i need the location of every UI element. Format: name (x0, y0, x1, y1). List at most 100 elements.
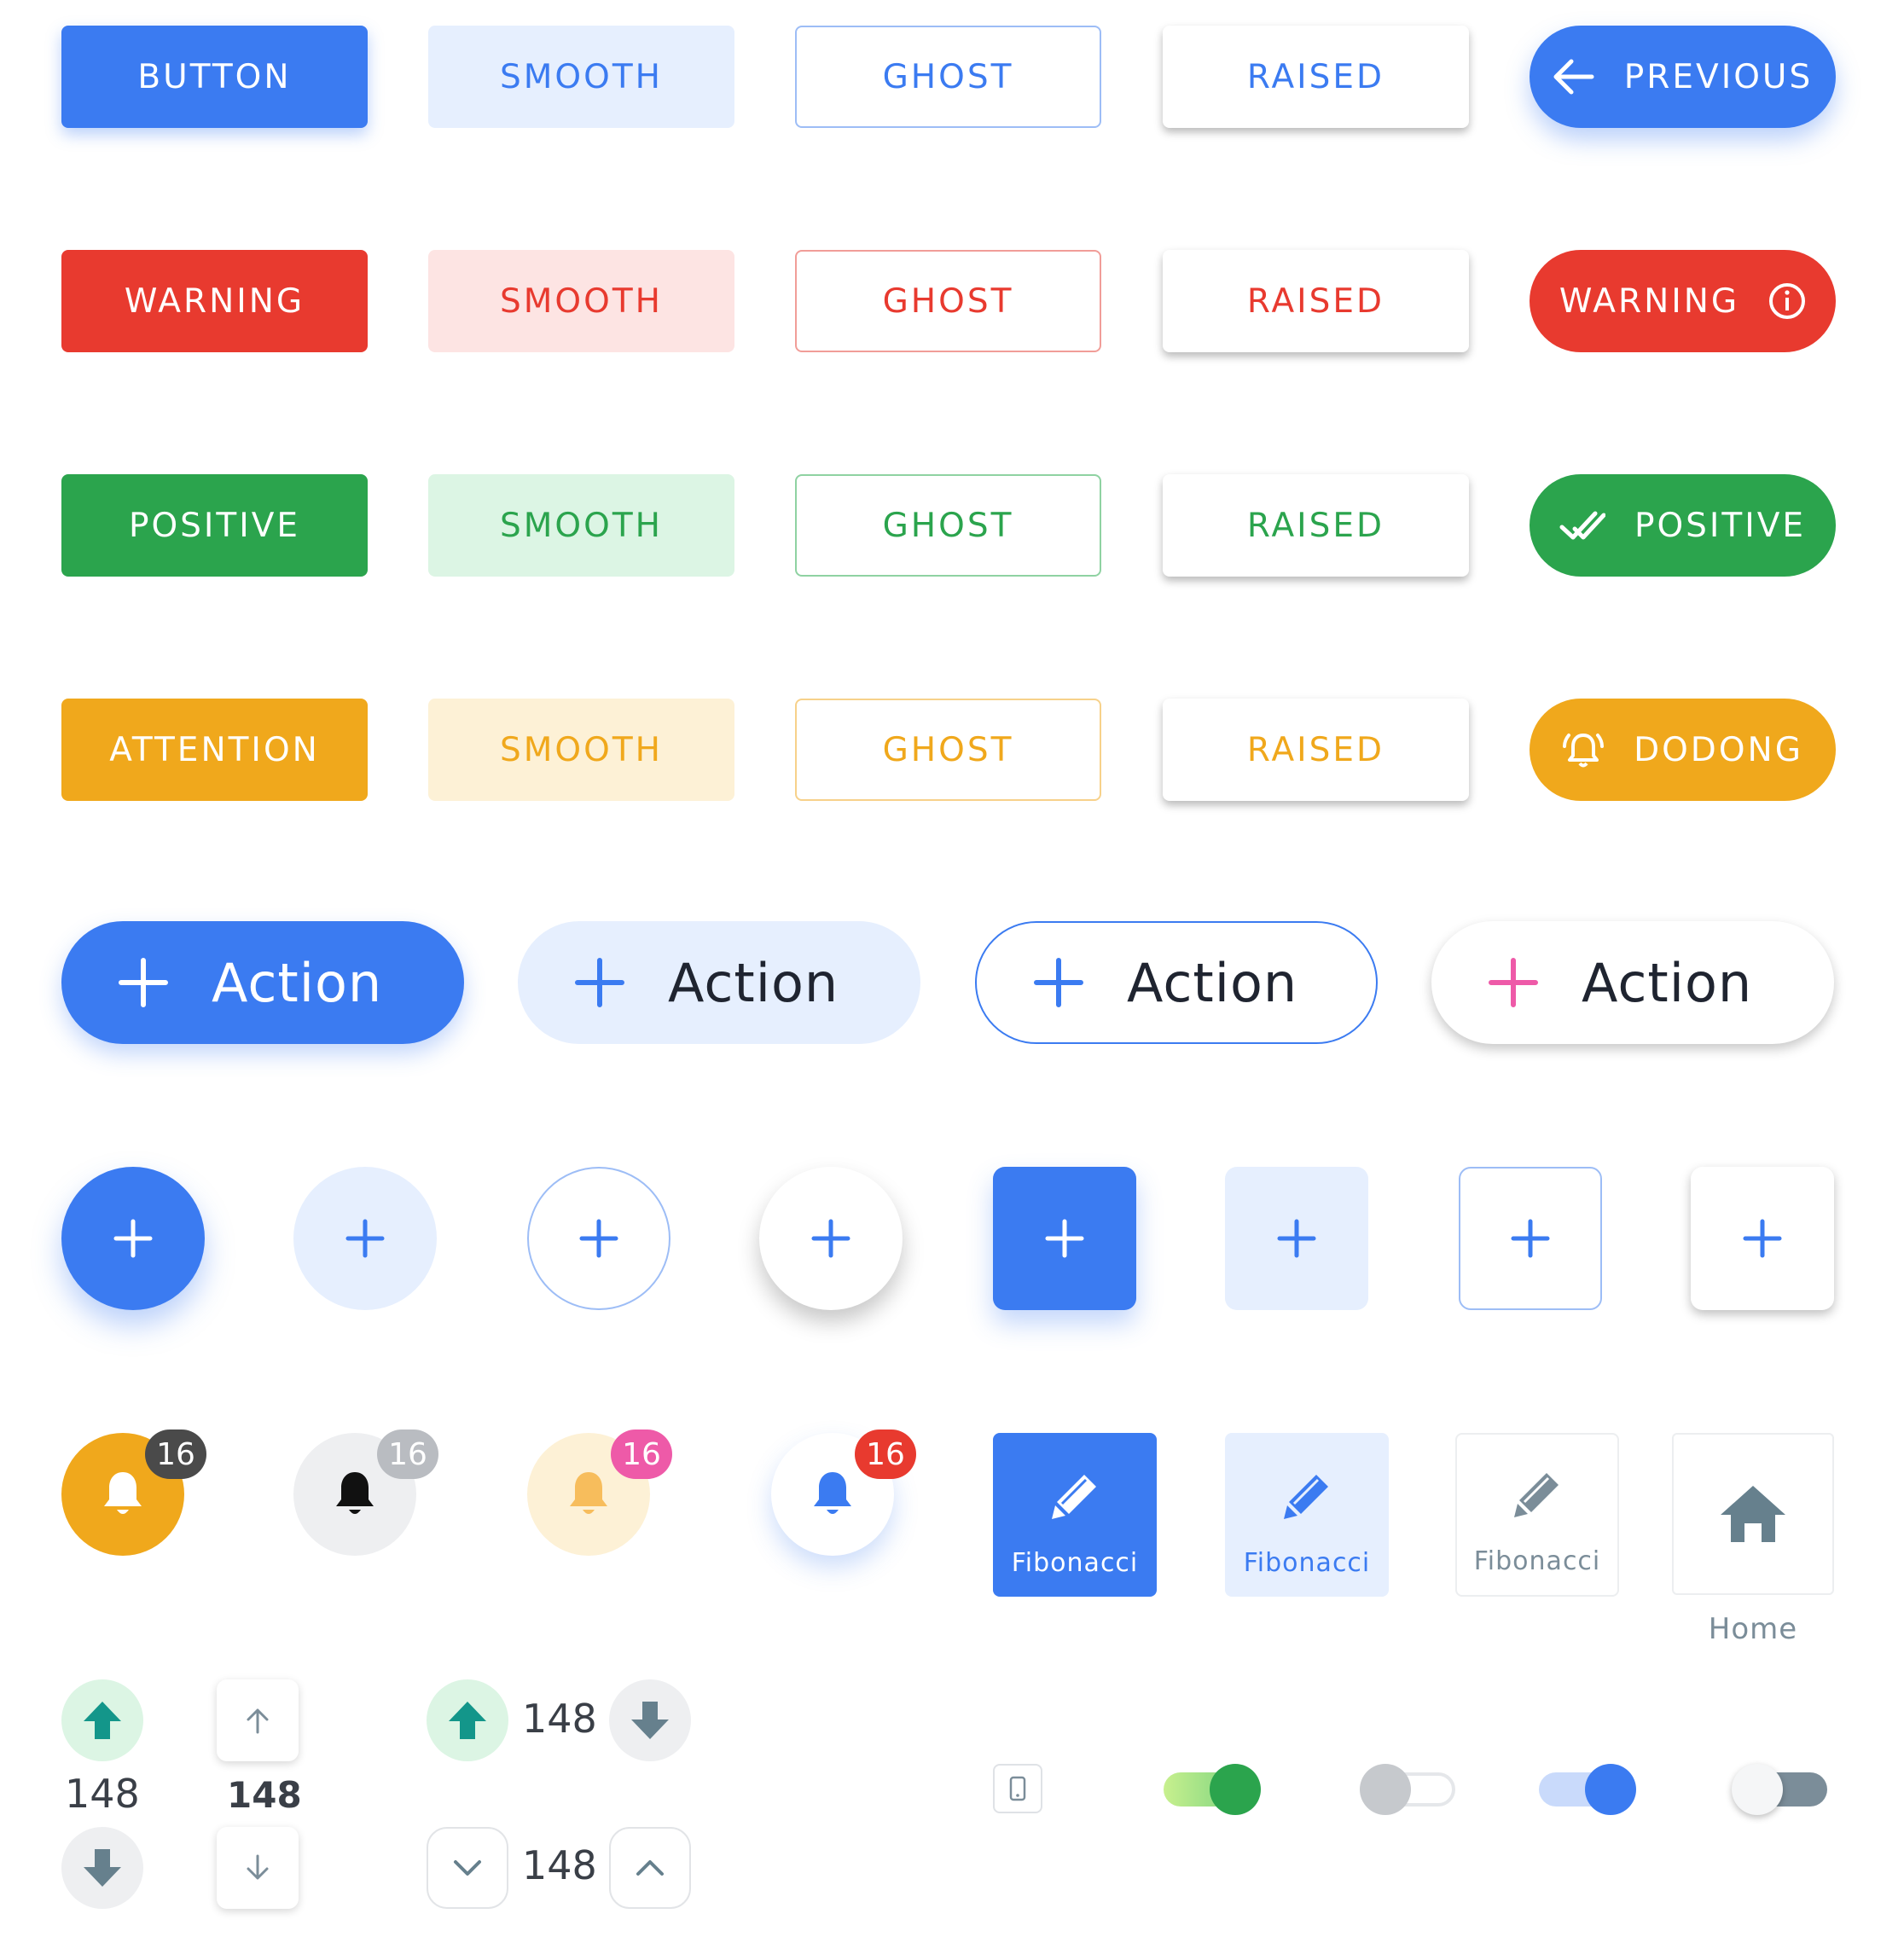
previous-button-label: PREVIOUS (1623, 57, 1814, 96)
chevron-down-icon (454, 1860, 481, 1876)
bell-icon (570, 1472, 607, 1514)
dodong-button[interactable]: DODONG (1530, 699, 1836, 801)
fab-round-ghost[interactable] (527, 1167, 670, 1310)
fab-square-raised[interactable] (1691, 1167, 1834, 1310)
positive-pill-button[interactable]: POSITIVE (1530, 474, 1836, 577)
bell-icon (814, 1472, 851, 1514)
toggle-knob (1360, 1764, 1411, 1815)
toggle-switch-blue[interactable] (1539, 1764, 1636, 1815)
notification-button-gray[interactable]: 16 (293, 1430, 438, 1556)
ghost-button-attention[interactable]: GHOST (795, 699, 1101, 801)
home-icon (1721, 1486, 1785, 1542)
pencil-icon (1511, 1468, 1564, 1521)
tile-label: Fibonacci (1243, 1548, 1371, 1578)
plus-icon (1045, 1219, 1084, 1258)
warning-pill-label: WARNING (1559, 281, 1740, 321)
action-button-solid[interactable]: Action (61, 921, 464, 1044)
tile-button-smooth[interactable]: Fibonacci (1225, 1433, 1389, 1597)
stepper-value: 148 (227, 1774, 302, 1816)
home-button[interactable] (1672, 1433, 1834, 1595)
stepper-value: 148 (522, 1842, 597, 1888)
smooth-button-attention[interactable]: SMOOTH (428, 699, 734, 801)
plus-icon (1743, 1219, 1782, 1258)
ghost-button-positive[interactable]: GHOST (795, 474, 1101, 577)
toggle-switch-green[interactable] (1164, 1764, 1261, 1815)
plus-icon (579, 1219, 618, 1258)
pencil-icon (1280, 1470, 1333, 1522)
arrow-down-icon (247, 1854, 269, 1880)
tile-button-ghost[interactable]: Fibonacci (1455, 1433, 1619, 1597)
toggle-knob (1210, 1764, 1261, 1815)
toggle-knob (1732, 1764, 1783, 1815)
plus-icon (1277, 1219, 1316, 1258)
pencil-icon (1048, 1470, 1101, 1522)
button-positive[interactable]: POSITIVE (61, 474, 368, 577)
decrement-button[interactable] (217, 1827, 299, 1909)
increment-button[interactable] (61, 1679, 143, 1761)
raised-button-positive[interactable]: RAISED (1163, 474, 1469, 577)
plus-icon (345, 1219, 385, 1258)
action-label: Action (1582, 951, 1753, 1014)
plus-icon (113, 1219, 153, 1258)
raised-button-warning[interactable]: RAISED (1163, 250, 1469, 352)
toggle-switch-gray[interactable] (1360, 1764, 1455, 1815)
action-button-smooth[interactable]: Action (518, 921, 920, 1044)
toggle-switch-slate[interactable] (1732, 1764, 1827, 1815)
smartphone-icon (1009, 1776, 1026, 1801)
notification-button-smooth[interactable]: 16 (527, 1430, 672, 1556)
action-button-raised[interactable]: Action (1431, 921, 1834, 1044)
increment-button[interactable] (609, 1827, 691, 1909)
smooth-button-warning[interactable]: SMOOTH (428, 250, 734, 352)
fab-round-smooth[interactable] (293, 1167, 437, 1310)
smooth-button-primary[interactable]: SMOOTH (428, 26, 734, 128)
plus-icon (574, 957, 625, 1008)
increment-button[interactable] (427, 1679, 508, 1761)
arrow-up-icon (449, 1702, 486, 1739)
fab-square-solid[interactable] (993, 1167, 1136, 1310)
plus-icon (118, 957, 169, 1008)
raised-button-attention[interactable]: RAISED (1163, 699, 1469, 801)
alarm-bell-icon (1562, 730, 1605, 769)
increment-button[interactable] (217, 1679, 299, 1761)
bell-icon (104, 1472, 142, 1514)
decrement-button[interactable] (609, 1679, 691, 1761)
notification-button-attention[interactable]: 16 (61, 1430, 206, 1556)
action-label: Action (668, 951, 839, 1014)
button-warning[interactable]: WARNING (61, 250, 368, 352)
action-label: Action (212, 951, 383, 1014)
warning-pill-button[interactable]: WARNING (1530, 250, 1836, 352)
previous-button[interactable]: PREVIOUS (1530, 26, 1836, 128)
arrow-down-icon (631, 1702, 669, 1739)
home-label: Home (1708, 1612, 1798, 1646)
stepper-value: 148 (522, 1696, 597, 1742)
ghost-button-primary[interactable]: GHOST (795, 26, 1101, 128)
plus-icon (811, 1219, 850, 1258)
mobile-device-button[interactable] (993, 1764, 1042, 1813)
notification-button-raised[interactable]: 16 (771, 1430, 916, 1556)
ghost-button-warning[interactable]: GHOST (795, 250, 1101, 352)
action-label: Action (1127, 951, 1298, 1014)
info-icon (1768, 282, 1806, 320)
plus-icon (1488, 957, 1539, 1008)
stepper-value: 148 (65, 1771, 140, 1817)
fab-round-raised[interactable] (759, 1167, 903, 1310)
positive-pill-label: POSITIVE (1634, 506, 1807, 545)
smooth-button-positive[interactable]: SMOOTH (428, 474, 734, 577)
fab-square-ghost[interactable] (1459, 1167, 1602, 1310)
tile-button-solid[interactable]: Fibonacci (993, 1433, 1157, 1597)
plus-icon (1511, 1219, 1550, 1258)
tile-label: Fibonacci (1011, 1548, 1139, 1578)
fab-round-solid[interactable] (61, 1167, 205, 1310)
decrement-button[interactable] (427, 1827, 508, 1909)
tile-label: Fibonacci (1473, 1546, 1601, 1576)
arrow-left-icon (1553, 58, 1595, 96)
button-primary[interactable]: BUTTON (61, 26, 368, 128)
chevron-up-icon (636, 1860, 664, 1876)
fab-square-smooth[interactable] (1225, 1167, 1368, 1310)
action-button-ghost[interactable]: Action (975, 921, 1378, 1044)
notification-count-badge: 16 (377, 1430, 438, 1479)
decrement-button[interactable] (61, 1827, 143, 1909)
arrow-up-icon (247, 1708, 269, 1734)
button-attention[interactable]: ATTENTION (61, 699, 368, 801)
raised-button-primary[interactable]: RAISED (1163, 26, 1469, 128)
